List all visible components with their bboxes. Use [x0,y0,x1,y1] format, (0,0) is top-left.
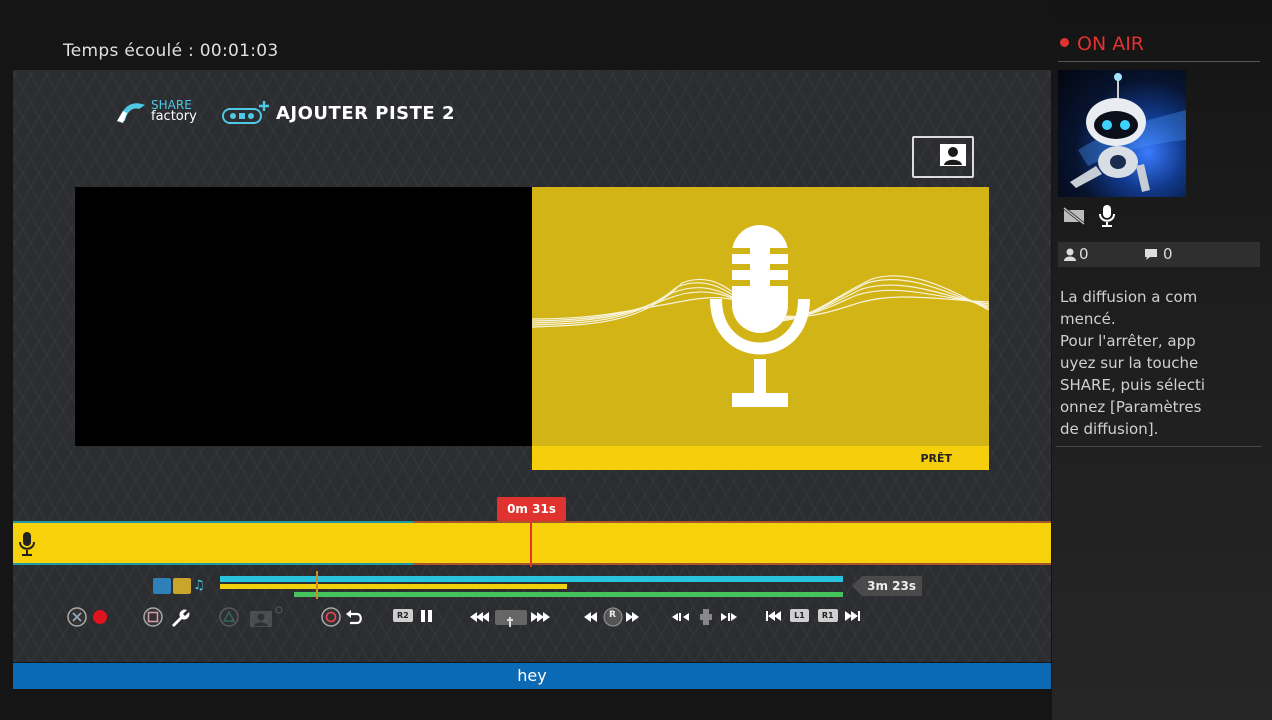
divider [1056,446,1262,447]
square-button-icon [143,607,163,627]
microphone-icon [19,532,35,556]
elapsed-time: Temps écoulé : 00:01:03 [63,41,279,61]
triangle-button-icon [219,607,239,627]
music-track-bar[interactable] [294,592,843,597]
microphone-wave-illustration [532,225,989,407]
scrub-control[interactable] [468,605,556,629]
page-title: AJOUTER PISTE 2 [276,103,455,124]
elapsed-label: Temps écoulé : [63,41,195,61]
r-stick-control[interactable]: R [582,605,644,629]
fast-forward-icon [531,612,550,622]
skip-forward-icon [844,610,860,621]
skip-control[interactable]: L1 R1 [765,605,863,629]
music-note-icon: ♫ [193,578,205,593]
timeline-position-tick [316,571,318,599]
frame-step-control[interactable] [670,605,740,629]
chat-icon [1145,249,1157,260]
elapsed-value: 00:01:03 [199,41,279,61]
r2-button-label: R2 [393,609,413,622]
step-back-icon [672,613,689,621]
circle-undo-control[interactable] [320,605,366,629]
viewer-count: 0 [1079,245,1089,263]
record-dot-icon [93,610,107,624]
audio-track-segment [413,521,1051,565]
audio-track-clip[interactable] [13,521,1051,565]
audio-track-bar[interactable] [220,584,567,589]
cross-record-control[interactable] [66,605,114,629]
logo-factory-text: factory [151,109,197,124]
step-forward-icon [721,613,737,621]
rewind-icon [470,612,489,622]
wrench-icon [172,609,190,627]
ready-status-bar: PRÊT [532,446,989,470]
on-air-status: ON AIR [1060,33,1144,55]
r1-button-label: R1 [817,609,838,622]
chat-caption-bar: hey [13,663,1051,689]
total-duration-badge: 3m 23s [852,576,922,596]
stream-stats-bar: 0 0 [1058,242,1260,267]
playhead-line[interactable] [530,521,532,567]
share-factory-logo-icon [117,103,145,123]
video-track-2-icon [173,578,191,594]
on-air-label: ON AIR [1077,33,1145,55]
video-track-bar[interactable] [220,576,843,582]
skip-back-icon [766,610,781,621]
video-track-icon [153,578,171,594]
avatar [1058,70,1186,197]
camera-toggle-button[interactable] [912,136,974,178]
live-dot-icon [1060,38,1069,47]
fast-forward-icon [626,612,639,622]
circle-button-icon [321,607,341,627]
square-settings-control[interactable] [142,605,192,629]
r-stick-label: R [609,610,616,620]
audio-recording-panel [532,187,989,446]
ready-status-label: PRÊT [920,452,952,465]
camera-off-icon [1063,206,1085,226]
video-preview [75,187,532,446]
track-type-icons: ♫ [153,578,209,596]
dpad-icon [700,609,712,625]
cross-button-icon [67,607,87,627]
microphone-icon [1099,205,1115,227]
r2-pause-control[interactable]: R2 [393,605,436,629]
user-icon [1064,248,1076,261]
add-track-icon [222,101,270,131]
user-camera-icon [940,144,966,166]
playhead-time-badge: 0m 31s [497,497,566,521]
camera-settings-icon [250,606,283,627]
broadcast-message: La diffusion a com mencé. Pour l'arrêter… [1060,288,1206,438]
divider [1058,61,1260,62]
robot-avatar-image [1070,73,1186,192]
share-factory-logo: SHARE factory [115,97,210,127]
triangle-camera-control [218,605,288,629]
rewind-icon [584,612,597,622]
comment-count: 0 [1163,245,1173,263]
pause-icon [420,609,432,622]
l1-button-label: L1 [790,609,809,622]
